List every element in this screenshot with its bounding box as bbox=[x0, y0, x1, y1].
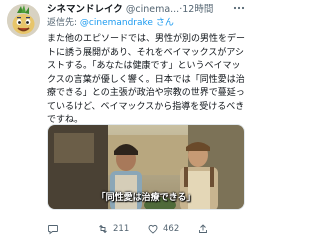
retweet-count: 211 bbox=[113, 224, 130, 234]
tweet-card[interactable]: シネマンドレイク @cinema...·12時間 返信先: @cinemandr… bbox=[0, 0, 250, 240]
like-action[interactable]: 462 bbox=[147, 223, 197, 235]
tweet-actions: 211 462 bbox=[47, 222, 247, 236]
more-options-icon[interactable] bbox=[232, 2, 246, 14]
reply-icon bbox=[48, 225, 58, 235]
tweet-text: また他のエピソードでは、男性が別の男性をデートに誘う展開があり、それをベイマック… bbox=[47, 34, 246, 125]
author-handle[interactable]: @cinema... bbox=[126, 4, 179, 15]
retweet-icon bbox=[99, 224, 107, 234]
tweet-timestamp[interactable]: 12時間 bbox=[182, 4, 213, 15]
share-icon bbox=[199, 224, 207, 233]
reply-to-link[interactable]: @cinemandrake bbox=[80, 18, 153, 28]
tweet-media[interactable]: 「同性愛は治療できる」 bbox=[47, 124, 245, 210]
reply-prefix: 返信先: bbox=[47, 18, 78, 28]
mandrake-avatar-icon bbox=[7, 4, 40, 37]
tweet-header: シネマンドレイク @cinema...·12時間 bbox=[47, 3, 247, 17]
heart-icon bbox=[148, 224, 158, 234]
reply-context: 返信先: @cinemandrake さん bbox=[47, 17, 247, 30]
like-count: 462 bbox=[163, 224, 180, 234]
share-action[interactable] bbox=[197, 223, 247, 235]
media-subtitle: 「同性愛は治療できる」 bbox=[96, 193, 196, 203]
reply-suffix: さん bbox=[155, 18, 174, 28]
author-display-name[interactable]: シネマンドレイク bbox=[47, 4, 123, 15]
retweet-action[interactable]: 211 bbox=[97, 223, 147, 235]
reply-action[interactable] bbox=[47, 223, 97, 235]
author-avatar[interactable] bbox=[7, 4, 40, 37]
